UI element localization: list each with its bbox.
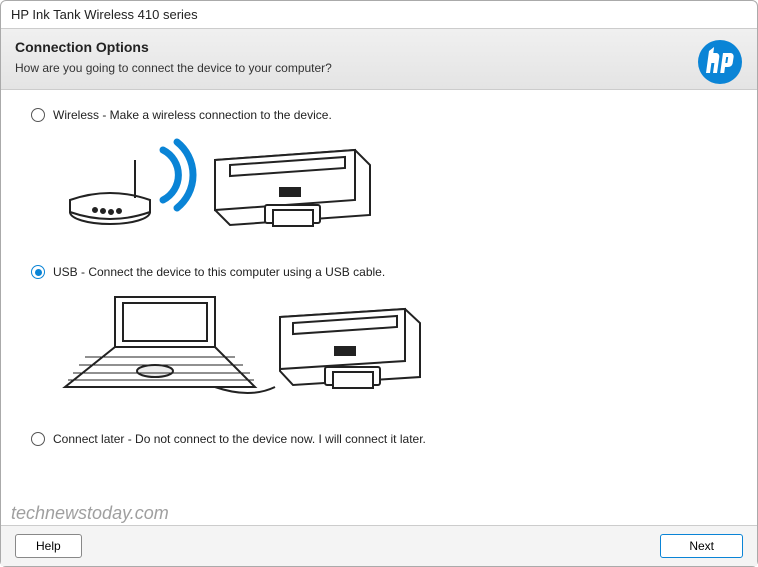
option-later[interactable]: Connect later - Do not connect to the de… bbox=[31, 432, 727, 446]
radio-later-icon[interactable] bbox=[31, 432, 45, 446]
option-usb-label: USB - Connect the device to this compute… bbox=[53, 265, 385, 279]
page-subtext: How are you going to connect the device … bbox=[15, 61, 743, 75]
option-wireless-label: Wireless - Make a wireless connection to… bbox=[53, 108, 332, 122]
next-button[interactable]: Next bbox=[660, 534, 743, 558]
content-area: Wireless - Make a wireless connection to… bbox=[1, 90, 757, 525]
hp-logo-icon bbox=[697, 39, 743, 90]
footer: Help Next bbox=[1, 525, 757, 566]
installer-window: HP Ink Tank Wireless 410 series Connecti… bbox=[0, 0, 758, 567]
option-usb[interactable]: USB - Connect the device to this compute… bbox=[31, 265, 727, 279]
window-title: HP Ink Tank Wireless 410 series bbox=[1, 1, 757, 29]
page-heading: Connection Options bbox=[15, 39, 743, 55]
option-later-label: Connect later - Do not connect to the de… bbox=[53, 432, 426, 446]
header: Connection Options How are you going to … bbox=[1, 29, 757, 90]
radio-usb-icon[interactable] bbox=[31, 265, 45, 279]
radio-wireless-icon[interactable] bbox=[31, 108, 45, 122]
option-wireless[interactable]: Wireless - Make a wireless connection to… bbox=[31, 108, 727, 122]
usb-illustration-icon bbox=[55, 287, 727, 412]
help-button[interactable]: Help bbox=[15, 534, 82, 558]
wireless-illustration-icon bbox=[55, 130, 727, 245]
